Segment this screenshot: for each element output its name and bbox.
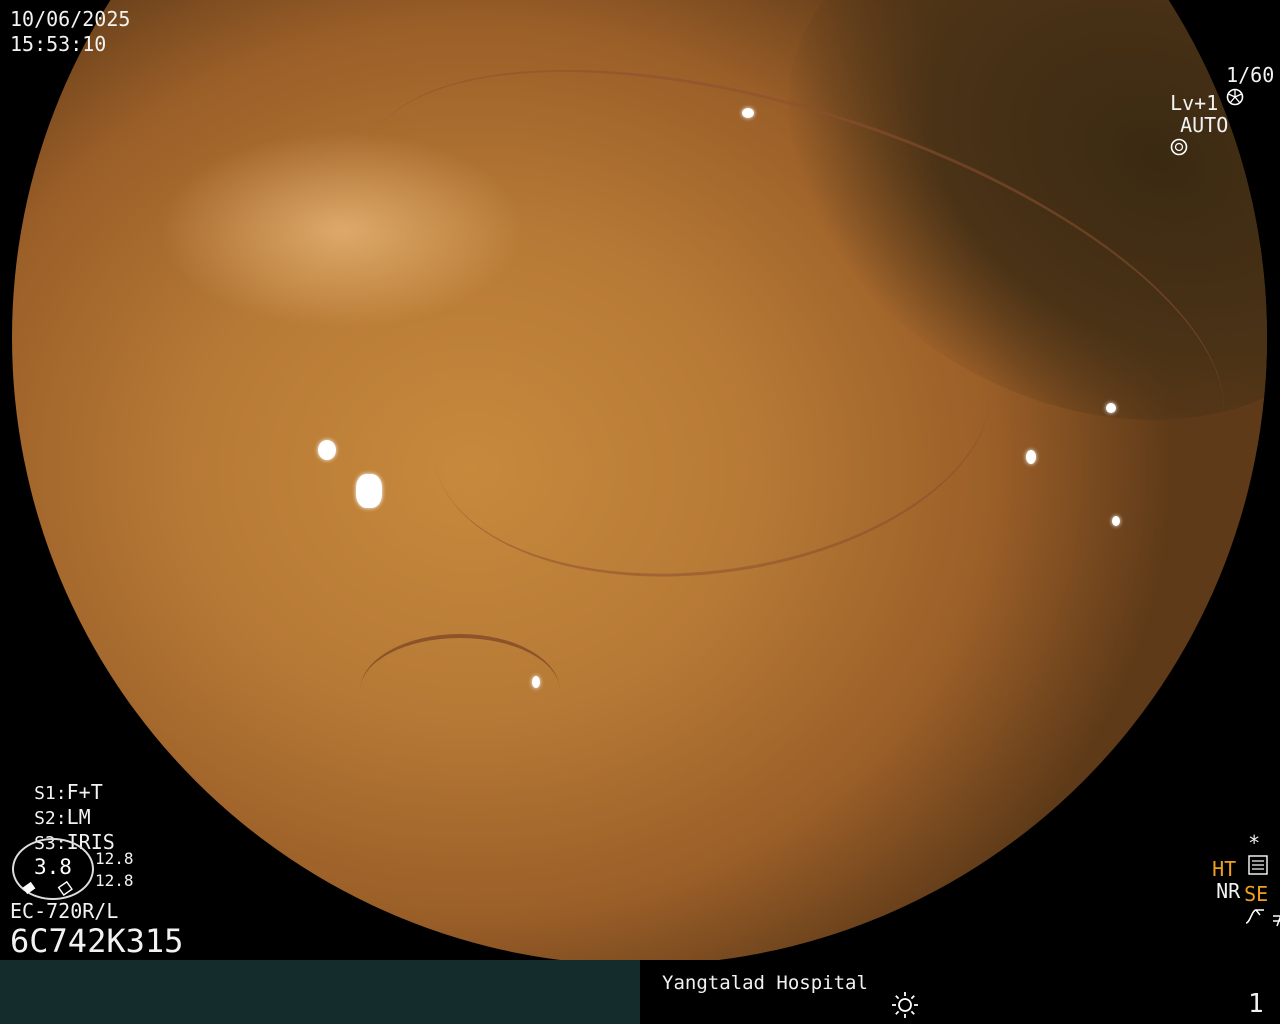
scope-tip-icon [22,880,73,896]
level-readout: Lv+1 AUTO [1146,70,1228,158]
asterisk-mark: * [1248,831,1261,855]
light-source-icon [892,992,918,1018]
gauge-side-bottom: 12.8 [95,871,134,890]
bottom-bar-right: Yangtalad Hospital 1 [640,960,1280,1024]
enhancement-row-4 [1246,886,1280,932]
light-reflection [1106,403,1116,413]
mucosal-fold-pocket [360,634,560,748]
light-reflection [1026,450,1036,464]
time-readout: 15:53:10 [10,32,107,56]
iris-mode: AUTO [1180,113,1229,137]
endoscope-view [12,0,1267,965]
hospital-name: Yangtalad Hospital [662,972,868,994]
gauge-side-top: 12.8 [95,849,134,868]
scope-serial: 6C742K315 [10,922,184,960]
shutter-value: 1/60 [1226,63,1275,87]
light-reflection [318,440,336,460]
shutter-icon [1226,88,1244,106]
page-number: 1 [1248,989,1264,1019]
bottom-bar: Yangtalad Hospital 1 [0,960,1280,1024]
insertion-gauge: 3.8 [12,838,94,900]
level-value: Lv+1 [1170,91,1219,115]
iris-icon [1170,138,1188,156]
light-reflection [532,676,540,688]
bottom-bar-left [0,960,640,1024]
light-reflection [356,474,382,508]
light-reflection [742,108,754,118]
light-reflection [1112,516,1120,526]
date-readout: 10/06/2025 [10,7,131,31]
scope-model: EC-720R/L [10,899,119,923]
no-signal-icon [1273,915,1280,927]
